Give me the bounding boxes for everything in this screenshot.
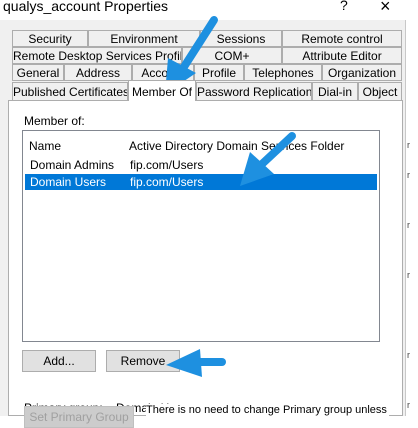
list-row-domain-users[interactable]: Domain Users fip.com/Users: [25, 174, 377, 190]
tab-attribute-editor[interactable]: Attribute Editor: [282, 47, 402, 64]
column-header-name[interactable]: Name: [29, 139, 61, 153]
tab-dial-in[interactable]: Dial-in: [312, 82, 358, 101]
tab-organization[interactable]: Organization: [322, 64, 402, 81]
tab-password-replication[interactable]: Password Replication: [196, 82, 312, 101]
background-mark: r: [407, 350, 410, 360]
tab-object[interactable]: Object: [358, 82, 402, 101]
background-mark: r: [407, 170, 410, 180]
tab-remote-desktop-services-profile[interactable]: Remote Desktop Services Profile: [12, 47, 182, 64]
primary-group-note: There is no need to change Primary group…: [146, 404, 389, 416]
row-folder: fip.com/Users: [130, 175, 204, 189]
background-mark: r: [407, 140, 410, 150]
background-mark: r: [407, 270, 410, 280]
background-mark: r: [407, 220, 410, 230]
row-folder: fip.com/Users: [130, 158, 204, 172]
add-button[interactable]: Add...: [22, 350, 96, 372]
tab-com-plus[interactable]: COM+: [182, 47, 282, 64]
tab-address[interactable]: Address: [64, 64, 132, 81]
background-window-edge: r r r r r r: [405, 20, 418, 416]
tab-published-certificates[interactable]: Published Certificates: [12, 82, 128, 101]
row-name: Domain Admins: [30, 158, 115, 172]
list-row-domain-admins[interactable]: Domain Admins fip.com/Users: [25, 157, 377, 173]
close-button[interactable]: ×: [380, 0, 391, 17]
title-bar: qualys_account Properties ? ×: [0, 0, 418, 20]
tab-remote-control[interactable]: Remote control: [282, 30, 402, 47]
tab-environment[interactable]: Environment: [88, 30, 200, 47]
window-title: qualys_account Properties: [3, 0, 168, 14]
member-of-label: Member of:: [24, 114, 85, 128]
help-button[interactable]: ?: [340, 0, 348, 13]
tab-security[interactable]: Security: [12, 30, 88, 47]
tab-member-of[interactable]: Member Of: [128, 80, 196, 101]
tab-profile[interactable]: Profile: [194, 64, 244, 81]
background-mark: r: [407, 400, 410, 410]
tab-account[interactable]: Account: [132, 64, 194, 81]
remove-button[interactable]: Remove: [106, 350, 180, 372]
tab-telephones[interactable]: Telephones: [244, 64, 322, 81]
set-primary-group-button[interactable]: Set Primary Group: [24, 406, 134, 428]
member-of-list[interactable]: Name Active Directory Domain Services Fo…: [22, 130, 380, 342]
tab-general[interactable]: General: [12, 64, 64, 81]
tab-sessions[interactable]: Sessions: [200, 30, 282, 47]
column-header-folder[interactable]: Active Directory Domain Services Folder: [129, 139, 344, 153]
row-name: Domain Users: [30, 175, 107, 189]
